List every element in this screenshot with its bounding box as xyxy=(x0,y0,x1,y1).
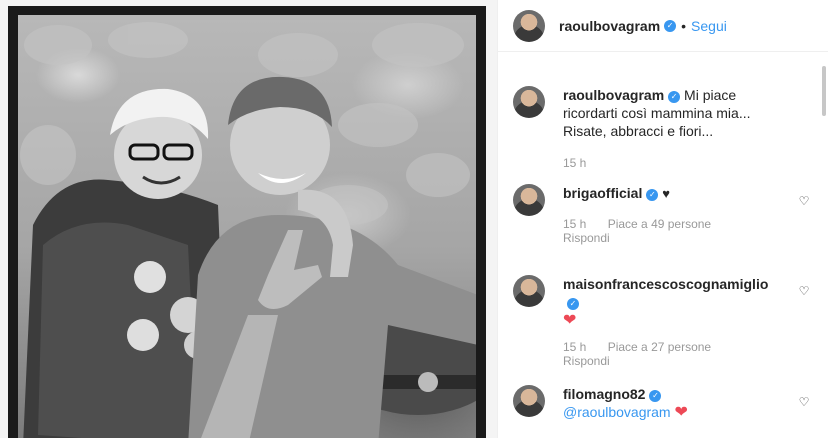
comment-time[interactable]: 15 h xyxy=(563,340,586,354)
verified-badge-icon: ✓ xyxy=(567,298,579,310)
photo-illustration xyxy=(20,22,476,438)
author-username[interactable]: raoulbovagram xyxy=(559,18,660,34)
reply-button[interactable]: Rispondi xyxy=(563,231,778,245)
commenter-avatar[interactable] xyxy=(513,385,545,417)
reply-button[interactable]: Rispondi xyxy=(563,354,778,368)
post-sidebar: raoulbovagram ✓ • Segui raoulbovagram ✓ M… xyxy=(497,0,828,438)
post-photo[interactable] xyxy=(0,0,497,438)
comment-item: brigaofficial ✓ ♥ 15 h Piace a 49 persone… xyxy=(513,184,813,245)
commenter-username[interactable]: maisonfrancescoscognamiglio xyxy=(563,276,768,292)
post-header: raoulbovagram ✓ • Segui xyxy=(498,0,828,52)
verified-badge-icon: ✓ xyxy=(646,189,659,201)
verified-badge-icon: ✓ xyxy=(649,390,662,402)
photo-scene xyxy=(18,15,476,438)
like-comment-heart-icon[interactable]: ♡ xyxy=(798,396,810,408)
photo-frame xyxy=(8,6,486,438)
caption-line-3: Risate, abbracci e fiori... xyxy=(563,123,714,139)
caption: raoulbovagram ✓ Mi piace ricordarti così … xyxy=(513,86,813,170)
caption-line-1: Mi piace xyxy=(684,87,737,103)
like-comment-heart-icon[interactable]: ♡ xyxy=(798,285,810,297)
comment-item: filomagno82 ✓ @raoulbovagram ❤ xyxy=(513,385,813,422)
comment-likes[interactable]: Piace a 49 persone xyxy=(608,217,711,231)
caption-author-username[interactable]: raoulbovagram xyxy=(563,87,664,103)
separator-dot: • xyxy=(681,17,687,34)
commenter-username[interactable]: brigaofficial xyxy=(563,185,642,201)
like-comment-heart-icon[interactable]: ♡ xyxy=(798,195,810,207)
mention-link[interactable]: @raoulbovagram xyxy=(563,404,671,420)
commenter-avatar[interactable] xyxy=(513,184,545,216)
black-heart-emoji-icon: ♥ xyxy=(662,186,670,201)
scrollbar[interactable] xyxy=(822,66,826,116)
verified-badge-icon: ✓ xyxy=(664,19,677,32)
caption-line-2: ricordarti così mammina mia... xyxy=(563,105,751,121)
commenter-username[interactable]: filomagno82 xyxy=(563,386,645,402)
caption-author-avatar[interactable] xyxy=(513,86,545,118)
comments-list[interactable]: raoulbovagram ✓ Mi piace ricordarti così … xyxy=(498,52,828,438)
author-avatar[interactable] xyxy=(513,9,545,42)
commenter-avatar[interactable] xyxy=(513,275,545,307)
comment-time[interactable]: 15 h xyxy=(563,217,586,231)
red-heart-emoji-icon: ❤ xyxy=(563,312,577,329)
comment-likes[interactable]: Piace a 27 persone xyxy=(608,340,711,354)
verified-badge-icon: ✓ xyxy=(668,91,681,103)
red-heart-emoji-icon: ❤ xyxy=(674,404,688,421)
comment-item: maisonfrancescoscognamiglio ✓ ❤ 15 h Piac… xyxy=(513,275,813,368)
caption-time[interactable]: 15 h xyxy=(563,156,586,170)
follow-button[interactable]: Segui xyxy=(691,18,727,34)
